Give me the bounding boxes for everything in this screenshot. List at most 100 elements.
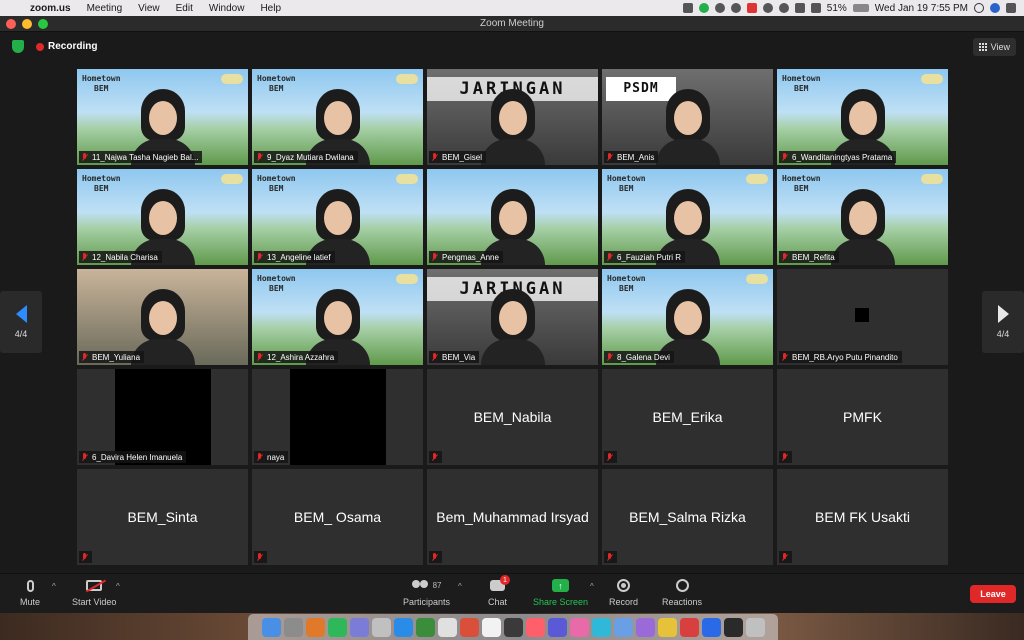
share-screen-button[interactable]: ↑ Share Screen: [533, 578, 588, 607]
line-tray-icon[interactable]: [698, 3, 709, 13]
participant-name: 6_Davira Helen Imanuela: [92, 452, 183, 462]
bluetooth-icon[interactable]: [762, 3, 773, 13]
participant-tile[interactable]: Hometown BEM 12_Nabila Charisa: [77, 169, 248, 265]
siri-icon[interactable]: [990, 3, 1000, 13]
participant-tile[interactable]: Hometown BEM 6_Fauziah Putri R: [602, 169, 773, 265]
participant-nametag: 8_Galena Devi: [604, 351, 674, 363]
dock-app-icon[interactable]: [591, 617, 611, 637]
dock-app-icon[interactable]: [569, 617, 589, 637]
dock-app-icon[interactable]: [261, 617, 281, 637]
participant-tile[interactable]: BEM_RB.Aryo Putu Pinandito: [777, 269, 948, 365]
dock-app-icon[interactable]: [481, 617, 501, 637]
dock-app-icon[interactable]: [679, 617, 699, 637]
fullscreen-window-button[interactable]: [38, 19, 48, 29]
muted-microphone-icon: [256, 452, 263, 462]
next-page-button[interactable]: 4/4: [982, 291, 1024, 353]
menu-view[interactable]: View: [130, 3, 168, 14]
grid-view-icon: [978, 43, 987, 51]
participant-tile[interactable]: BEM_Nabila: [427, 369, 598, 465]
app-tray-icon[interactable]: [746, 3, 757, 13]
previous-page-button[interactable]: 4/4: [0, 291, 42, 353]
dock-app-icon[interactable]: [349, 617, 369, 637]
participant-tile[interactable]: naya: [252, 369, 423, 465]
dock-app-icon[interactable]: [371, 617, 391, 637]
spotlight-search-icon[interactable]: [974, 3, 984, 13]
dock-app-icon[interactable]: [657, 617, 677, 637]
participant-tile[interactable]: Hometown BEM BEM_Refita: [777, 169, 948, 265]
dock-app-icon[interactable]: [745, 617, 765, 637]
menu-help[interactable]: Help: [252, 3, 289, 14]
participant-tile[interactable]: Hometown BEM 12_Ashira Azzahra: [252, 269, 423, 365]
dock-app-icon[interactable]: [393, 617, 413, 637]
participant-tile[interactable]: Hometown BEM 8_Galena Devi: [602, 269, 773, 365]
participant-tile[interactable]: BEM_Salma Rizka: [602, 469, 773, 565]
wifi-icon[interactable]: [778, 3, 789, 13]
dock-app-icon[interactable]: [305, 617, 325, 637]
share-options-caret-icon[interactable]: ^: [590, 582, 594, 591]
start-video-button[interactable]: Start Video: [72, 578, 116, 607]
close-window-button[interactable]: [6, 19, 16, 29]
share-screen-icon: ↑: [552, 579, 570, 592]
video-options-caret-icon[interactable]: ^: [116, 582, 120, 591]
participant-tile[interactable]: Hometown BEM 13_Angeline latief: [252, 169, 423, 265]
mute-button[interactable]: Mute: [20, 578, 40, 607]
menu-edit[interactable]: Edit: [168, 3, 201, 14]
recording-indicator[interactable]: Recording: [36, 41, 97, 52]
dock-app-icon[interactable]: [437, 617, 457, 637]
minimize-window-button[interactable]: [22, 19, 32, 29]
gallery-grid: Hometown BEM 11_Najwa Tasha Nagieb Bal... H…: [77, 69, 948, 567]
dock-app-icon[interactable]: [701, 617, 721, 637]
participant-tile[interactable]: BEM FK Usakti: [777, 469, 948, 565]
participants-button[interactable]: 87 Participants: [403, 578, 450, 607]
reactions-button[interactable]: Reactions: [662, 578, 702, 607]
participant-tile[interactable]: JARINGANBEM_Gisel: [427, 69, 598, 165]
participant-tile[interactable]: PMFK: [777, 369, 948, 465]
participant-tile[interactable]: Hometown BEM 9_Dyaz Mutiara Dwilana: [252, 69, 423, 165]
shield-icon[interactable]: [12, 40, 24, 53]
audio-options-caret-icon[interactable]: ^: [52, 582, 56, 591]
dock-app-icon[interactable]: [283, 617, 303, 637]
participant-tile[interactable]: BEM_Erika: [602, 369, 773, 465]
participant-tile[interactable]: Hometown BEM 6_Wanditaningtyas Pratama: [777, 69, 948, 165]
dock-app-icon[interactable]: [547, 617, 567, 637]
dock-app-icon[interactable]: [723, 617, 743, 637]
dock-app-icon[interactable]: [525, 617, 545, 637]
participant-tile[interactable]: Bem_Muhammad Irsyad: [427, 469, 598, 565]
dock-app-icon[interactable]: [503, 617, 523, 637]
view-button[interactable]: View: [972, 38, 1016, 56]
menu-meeting[interactable]: Meeting: [79, 3, 131, 14]
volume-icon[interactable]: [810, 3, 821, 13]
participant-tile[interactable]: BEM_Yuliana: [77, 269, 248, 365]
dock-app-icon[interactable]: [459, 617, 479, 637]
participant-tile[interactable]: 6_Davira Helen Imanuela: [77, 369, 248, 465]
vpn-tray-icon[interactable]: [714, 3, 725, 13]
participant-tile[interactable]: BEM_ Osama: [252, 469, 423, 565]
participant-nametag: 12_Nabila Charisa: [79, 251, 162, 263]
zoom-tray-icon[interactable]: [682, 3, 693, 13]
record-button[interactable]: Record: [609, 578, 638, 607]
chat-unread-badge: 1: [500, 575, 510, 585]
creative-cloud-icon[interactable]: [730, 3, 741, 13]
clock[interactable]: Wed Jan 19 7:55 PM: [875, 3, 968, 14]
menu-app-name[interactable]: zoom.us: [22, 3, 79, 14]
participant-nametag: BEM_Gisel: [429, 151, 487, 163]
chat-button[interactable]: 1 Chat: [488, 575, 510, 607]
dock-app-icon[interactable]: [415, 617, 435, 637]
control-center-icon[interactable]: [1006, 3, 1016, 13]
participant-tile[interactable]: Hometown BEM 11_Najwa Tasha Nagieb Bal...: [77, 69, 248, 165]
dock-app-icon[interactable]: [327, 617, 347, 637]
participant-name: BEM_Gisel: [442, 152, 483, 162]
participant-center-name: BEM_Erika: [652, 409, 723, 425]
participants-caret-icon[interactable]: ^: [458, 582, 462, 591]
participant-tile[interactable]: BEM_Sinta: [77, 469, 248, 565]
leave-button[interactable]: Leave: [970, 585, 1016, 603]
menu-window[interactable]: Window: [201, 3, 253, 14]
participant-tile[interactable]: PSDM BEM_Anis: [602, 69, 773, 165]
dock-app-icon[interactable]: [613, 617, 633, 637]
participant-tile[interactable]: JARINGANBEM_Via: [427, 269, 598, 365]
participant-tile[interactable]: Pengmas_Anne: [427, 169, 598, 265]
participant-name: 13_Angeline latief: [267, 252, 331, 262]
dock-app-icon[interactable]: [635, 617, 655, 637]
airplay-icon[interactable]: [794, 3, 805, 13]
battery-icon[interactable]: [852, 4, 869, 12]
